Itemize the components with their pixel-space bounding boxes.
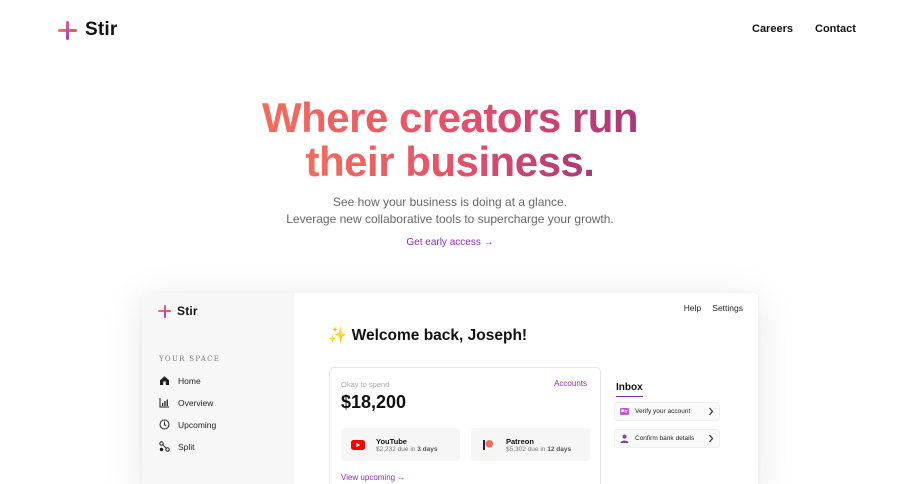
get-early-access-link[interactable]: Get early access → [406, 237, 493, 248]
account-card-youtube[interactable]: YouTube $2,232 due in 3 days [341, 428, 460, 461]
account-name: Patreon [506, 437, 534, 446]
headline-line-1: Where creators run [261, 94, 639, 141]
spend-amount: $18,200 [341, 392, 407, 412]
top-nav: Stir Careers Contact [0, 0, 900, 60]
chevron-right-icon [708, 407, 714, 418]
app-main: Help Settings ✨ Welcome back, Joseph! Ok… [294, 293, 758, 484]
split-icon [159, 441, 170, 452]
nav-link-contact[interactable]: Contact [815, 23, 856, 35]
headline-line-2: their business. [305, 138, 595, 185]
chart-icon [159, 397, 170, 408]
id-card-icon [619, 407, 629, 417]
brand-logo[interactable]: Stir [58, 19, 117, 41]
sidebar-item-home[interactable]: Home [159, 375, 201, 386]
welcome-heading: ✨ Welcome back, Joseph! [328, 326, 527, 345]
subtitle-line-2: Leverage new collaborative tools to supe… [286, 211, 614, 226]
patreon-icon [481, 438, 495, 451]
sidebar-item-split[interactable]: Split [159, 441, 195, 452]
settings-link[interactable]: Settings [712, 303, 743, 313]
sparkles-icon: ✨ [328, 327, 348, 344]
brand-name: Stir [85, 19, 118, 40]
app-brand-logo[interactable]: Stir [158, 304, 198, 318]
hero-headline: Where creators run their business. [0, 96, 900, 184]
account-due: $5,302 due in 12 days [506, 446, 572, 453]
welcome-text: Welcome back, Joseph! [351, 327, 528, 344]
hero-subtitle: See how your business is doing at a glan… [0, 194, 900, 227]
app-sidebar: Stir YOUR SPACE Home Overview Upcoming S… [142, 293, 294, 484]
inbox-title: Inbox [616, 382, 643, 397]
inbox-item-verify-account[interactable]: Verify your account [614, 402, 720, 421]
app-brand-name: Stir [177, 304, 198, 318]
inbox-item-label: Confirm bank details [635, 435, 695, 442]
sidebar-item-upcoming[interactable]: Upcoming [159, 419, 216, 430]
help-link[interactable]: Help [684, 303, 701, 313]
sidebar-item-label: Split [178, 441, 195, 452]
chevron-right-icon [708, 434, 714, 445]
hero-section: Where creators run their business. See h… [0, 96, 900, 250]
sidebar-section-title: YOUR SPACE [159, 355, 221, 363]
spend-label: Okay to spend [341, 380, 390, 389]
app-top-links: Help Settings [684, 303, 743, 313]
account-name: YouTube [376, 437, 407, 446]
inbox-item-label: Verify your account [635, 408, 691, 415]
plus-logo-icon [158, 304, 171, 318]
subtitle-line-1: See how your business is doing at a glan… [332, 195, 568, 209]
user-icon [619, 434, 629, 444]
sidebar-item-label: Upcoming [178, 419, 217, 430]
sidebar-item-label: Overview [178, 397, 214, 408]
sidebar-item-overview[interactable]: Overview [159, 397, 213, 408]
clock-icon [159, 419, 170, 430]
app-preview: Stir YOUR SPACE Home Overview Upcoming S… [142, 293, 758, 484]
inbox-item-confirm-bank[interactable]: Confirm bank details [614, 429, 720, 448]
plus-logo-icon [58, 20, 77, 40]
nav-link-careers[interactable]: Careers [752, 23, 793, 35]
account-card-patreon[interactable]: Patreon $5,302 due in 12 days [471, 428, 590, 461]
view-upcoming-link[interactable]: View upcoming → [341, 473, 405, 482]
okay-to-spend-card: Okay to spend Accounts $18,200 YouTube $… [329, 367, 601, 484]
sidebar-item-label: Home [178, 375, 201, 386]
accounts-link[interactable]: Accounts [554, 379, 587, 388]
youtube-icon [351, 438, 365, 451]
home-icon [159, 375, 170, 386]
account-due: $2,232 due in 3 days [376, 446, 438, 453]
